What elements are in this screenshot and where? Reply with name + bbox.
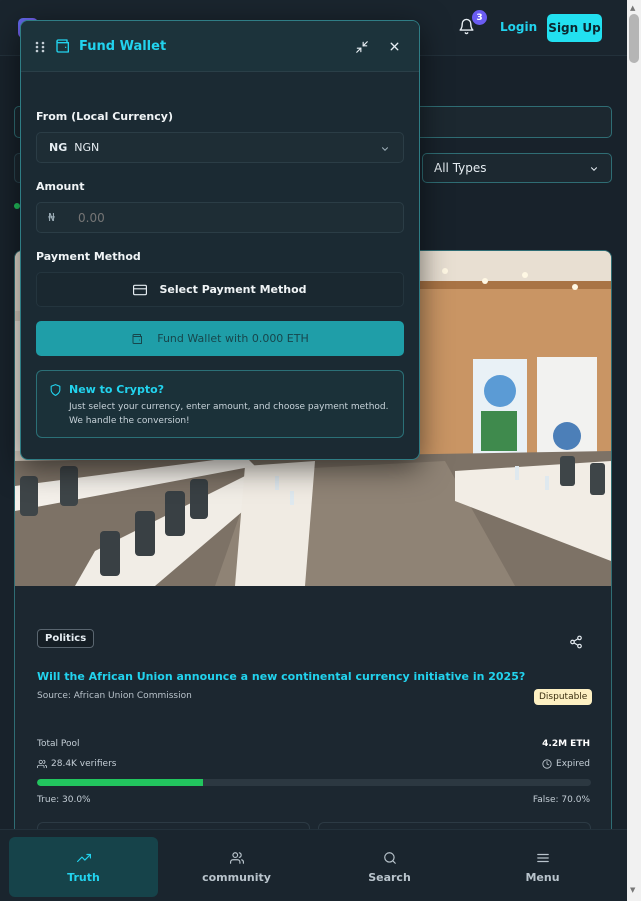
trending-up-icon <box>76 853 91 862</box>
claim-source: Source: African Union Commission <box>37 691 192 701</box>
shield-icon <box>50 384 61 396</box>
amount-field[interactable]: ₦ <box>36 202 404 233</box>
vote-progress-bar <box>37 779 591 786</box>
verifier-count: 28.4K verifiers <box>37 759 116 769</box>
modal-header[interactable]: Fund Wallet <box>21 21 419 72</box>
info-title: New to Crypto? <box>69 383 165 396</box>
true-percentage: True: 30.0% <box>37 795 91 805</box>
fund-wallet-button-label: Fund Wallet with 0.000 ETH <box>157 332 309 345</box>
users-icon <box>37 759 47 769</box>
fund-wallet-button[interactable]: Fund Wallet with 0.000 ETH <box>36 321 404 356</box>
status-badge: Disputable <box>534 689 593 705</box>
modal-title: Fund Wallet <box>79 39 167 54</box>
payment-method-text: Select Payment Method <box>159 283 307 296</box>
chevron-down-icon <box>381 147 389 151</box>
category-tag[interactable]: Politics <box>37 629 95 648</box>
nav-menu[interactable]: Menu <box>468 837 617 897</box>
payment-method-select[interactable]: Select Payment Method <box>36 272 404 307</box>
share-icon[interactable] <box>569 635 583 649</box>
info-text: Just select your currency, enter amount,… <box>69 402 389 426</box>
total-pool-value: 4.2M ETH <box>542 739 590 749</box>
wallet-icon <box>56 39 69 53</box>
currency-symbol: ₦ <box>48 211 55 224</box>
wallet-icon <box>132 333 143 344</box>
amount-input[interactable] <box>78 203 398 232</box>
search-icon <box>383 851 396 864</box>
signup-button[interactable]: Sign Up <box>547 14 602 42</box>
credit-card-icon <box>133 284 148 295</box>
payment-method-label: Payment Method <box>36 250 141 263</box>
chevron-down-icon <box>590 167 598 171</box>
fund-wallet-modal: Fund Wallet From (Local Currency) NG NGN… <box>20 20 420 460</box>
total-pool-label: Total Pool <box>37 739 80 749</box>
amount-label: Amount <box>36 180 85 193</box>
scroll-down-arrow-icon[interactable]: ▼ <box>630 886 635 894</box>
info-box: New to Crypto? Just select your currency… <box>36 370 404 438</box>
currency-select[interactable]: NG NGN <box>36 132 404 163</box>
nav-community-label: community <box>202 870 271 884</box>
nav-truth-label: Truth <box>67 870 100 884</box>
claim-question[interactable]: Will the African Union announce a new co… <box>37 670 525 683</box>
notification-count-badge: 3 <box>472 10 487 25</box>
page-scrollbar[interactable]: ▲ ▼ <box>627 0 641 901</box>
nav-search-label: Search <box>368 870 411 884</box>
false-percentage: False: 70.0% <box>532 795 590 805</box>
bottom-navigation: Truth community Search Menu <box>0 829 627 901</box>
nav-menu-label: Menu <box>525 870 560 884</box>
minimize-icon[interactable] <box>355 40 369 54</box>
verifier-count-text: 28.4K verifiers <box>51 759 117 769</box>
scroll-thumb[interactable] <box>629 14 639 63</box>
true-progress-fill <box>37 779 204 786</box>
drag-handle-icon[interactable] <box>35 41 45 53</box>
login-button[interactable]: Login <box>500 20 537 34</box>
nav-community[interactable]: community <box>162 837 311 897</box>
nav-truth[interactable]: Truth <box>9 837 158 897</box>
menu-icon <box>536 853 549 862</box>
from-currency-label: From (Local Currency) <box>36 110 173 123</box>
type-filter-select[interactable]: All Types <box>422 153 612 183</box>
expiry-status: Expired <box>542 759 590 769</box>
scroll-up-arrow-icon[interactable]: ▲ <box>630 4 635 12</box>
expiry-text: Expired <box>556 759 590 769</box>
nav-search[interactable]: Search <box>315 837 464 897</box>
clock-icon <box>542 759 552 769</box>
type-filter-value: All Types <box>434 161 487 175</box>
currency-code: NGN <box>74 141 100 154</box>
users-icon <box>229 851 244 864</box>
close-icon[interactable] <box>388 40 401 53</box>
currency-flag: NG <box>49 141 68 154</box>
